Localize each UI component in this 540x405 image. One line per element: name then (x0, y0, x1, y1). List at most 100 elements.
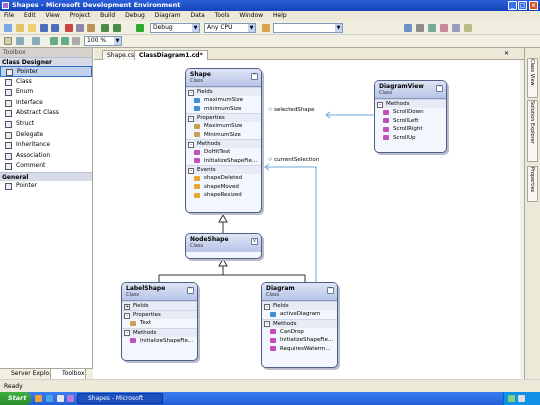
zoom-select[interactable]: 100 % ▼ (84, 36, 122, 46)
class-diagram[interactable]: Diagram Class ^ - Fields activeDiagram - Met… (261, 282, 338, 368)
standard-toolbar: Debug ▼ Any CPU ▼ ▼ (0, 21, 540, 35)
find-icon[interactable] (262, 24, 270, 32)
taskbar-app-button[interactable]: Shapes - Microsoft Dev... (77, 393, 163, 404)
close-doc-icon[interactable]: ✕ (504, 50, 509, 57)
group-members-icon[interactable] (16, 37, 24, 45)
properties-icon[interactable] (416, 24, 424, 32)
close-button[interactable]: × (529, 1, 538, 10)
collapse-icon[interactable]: ^ (327, 287, 334, 294)
toolbox-item-abstract-class[interactable]: Abstract Class (0, 108, 92, 119)
toolbox-icon[interactable] (440, 24, 448, 32)
section-fields[interactable]: - Fields (262, 301, 337, 310)
minus-icon: - (264, 303, 270, 310)
quicklaunch-icon[interactable] (35, 395, 42, 402)
category-class-designer[interactable]: Class Designer (0, 57, 92, 66)
section-fields[interactable]: - Fields (186, 87, 261, 96)
member: minimumSize (186, 105, 261, 114)
toolbox-item-general-pointer[interactable]: Pointer (0, 181, 92, 192)
class-diagramview[interactable]: DiagramView Class ^ - Methods ScrollDown Sc… (374, 80, 447, 153)
minimize-button[interactable]: _ (508, 1, 517, 10)
class-view-icon[interactable] (452, 24, 460, 32)
section-methods[interactable]: - Methods (262, 318, 337, 328)
collapse-icon[interactable]: ^ (251, 73, 258, 80)
ie-icon[interactable] (46, 395, 53, 402)
menu-help[interactable]: Help (269, 11, 291, 21)
method-icon (270, 329, 276, 334)
collapse-icon[interactable]: ^ (187, 287, 194, 294)
menu-tools[interactable]: Tools (211, 11, 234, 21)
section-methods[interactable]: - Methods (375, 99, 446, 108)
zoom-in-icon[interactable] (50, 37, 58, 45)
toolbox-item-enum[interactable]: Enum (0, 87, 92, 98)
class-labelshape[interactable]: LabelShape Class ^ + Fields - Properties Tex… (121, 282, 198, 361)
maximize-button[interactable]: □ (518, 1, 527, 10)
expand-icon[interactable]: v (251, 238, 258, 245)
diagram-canvas[interactable]: ⟐ selectedShape ⟐ currentSelection Shape… (94, 60, 520, 378)
redo-icon[interactable] (113, 24, 121, 32)
tab-server-explorer[interactable]: Server Explo... (0, 369, 55, 379)
config-select[interactable]: Debug ▼ (150, 23, 200, 33)
find-box[interactable]: ▼ (273, 23, 343, 33)
section-methods[interactable]: - Methods (122, 327, 197, 337)
collapse-icon[interactable]: ^ (436, 85, 443, 92)
add-item-icon[interactable] (16, 24, 24, 32)
section-properties[interactable]: - Properties (186, 113, 261, 122)
event-icon (194, 184, 200, 189)
menu-window[interactable]: Window (235, 11, 267, 21)
menu-diagram[interactable]: Diagram (151, 11, 185, 21)
class-shape[interactable]: Shape Class ^ - Fields maximumSize minimumS… (185, 68, 262, 213)
section-events[interactable]: - Events (186, 165, 261, 174)
section-methods[interactable]: - Methods (186, 139, 261, 148)
category-general[interactable]: General (0, 171, 92, 181)
tab-class-view[interactable]: Class View (527, 58, 538, 98)
solution-explorer-icon[interactable] (404, 24, 412, 32)
object-browser-icon[interactable] (428, 24, 436, 32)
vs-icon[interactable] (67, 395, 74, 402)
start-debug-icon[interactable] (136, 24, 144, 32)
comment-icon (5, 163, 12, 171)
save-icon[interactable] (40, 24, 48, 32)
menu-edit[interactable]: Edit (20, 11, 40, 21)
menu-file[interactable]: File (0, 11, 18, 21)
toolbox-item-association[interactable]: Association (0, 151, 92, 162)
method-icon (383, 126, 389, 132)
toolbox-item-struct[interactable]: Struct (0, 119, 92, 130)
section-properties[interactable]: - Properties (122, 310, 197, 319)
open-icon[interactable] (28, 24, 36, 32)
toolbox-item-comment[interactable]: Comment (0, 161, 92, 172)
menu-view[interactable]: View (42, 11, 64, 21)
toolbox-item-class[interactable]: Class (0, 77, 92, 88)
toolbox-item-pointer[interactable]: Pointer (0, 66, 92, 77)
interface-icon (5, 99, 12, 107)
tab-class-diagram[interactable]: ClassDiagram1.cd* (134, 50, 208, 60)
undo-icon[interactable] (101, 24, 109, 32)
tray-icon[interactable] (508, 395, 515, 402)
paste-icon[interactable] (87, 24, 95, 32)
selectedshape-label: ⟐ selectedShape (268, 107, 315, 113)
start-page-icon[interactable] (464, 24, 472, 32)
tab-properties[interactable]: Properties (527, 166, 538, 202)
start-button[interactable]: Start (0, 392, 31, 405)
menu-build[interactable]: Build (96, 11, 119, 21)
menu-debug[interactable]: Debug (121, 11, 149, 21)
cut-icon[interactable] (65, 24, 73, 32)
class-nodeshape[interactable]: NodeShape Class v (185, 233, 262, 259)
minus-icon: - (377, 101, 383, 108)
menu-project[interactable]: Project (66, 11, 95, 21)
volume-icon[interactable] (518, 395, 525, 402)
save-all-icon[interactable] (51, 24, 59, 32)
toolbox-item-interface[interactable]: Interface (0, 98, 92, 109)
toolbox-item-inheritance[interactable]: Inheritance (0, 140, 92, 151)
platform-select[interactable]: Any CPU ▼ (204, 23, 256, 33)
section-fields[interactable]: + Fields (122, 301, 197, 310)
hand-icon[interactable] (72, 37, 80, 45)
copy-icon[interactable] (76, 24, 84, 32)
desktop-icon[interactable] (57, 395, 64, 402)
zoom-out-icon[interactable] (61, 37, 69, 45)
menu-data[interactable]: Data (186, 11, 208, 21)
sort-members-icon[interactable] (32, 37, 40, 45)
layout-icon[interactable] (4, 37, 12, 45)
tab-solution-explorer[interactable]: Solution Explorer (527, 100, 538, 162)
toolbox-item-delegate[interactable]: Delegate (0, 130, 92, 141)
new-project-icon[interactable] (4, 24, 12, 32)
